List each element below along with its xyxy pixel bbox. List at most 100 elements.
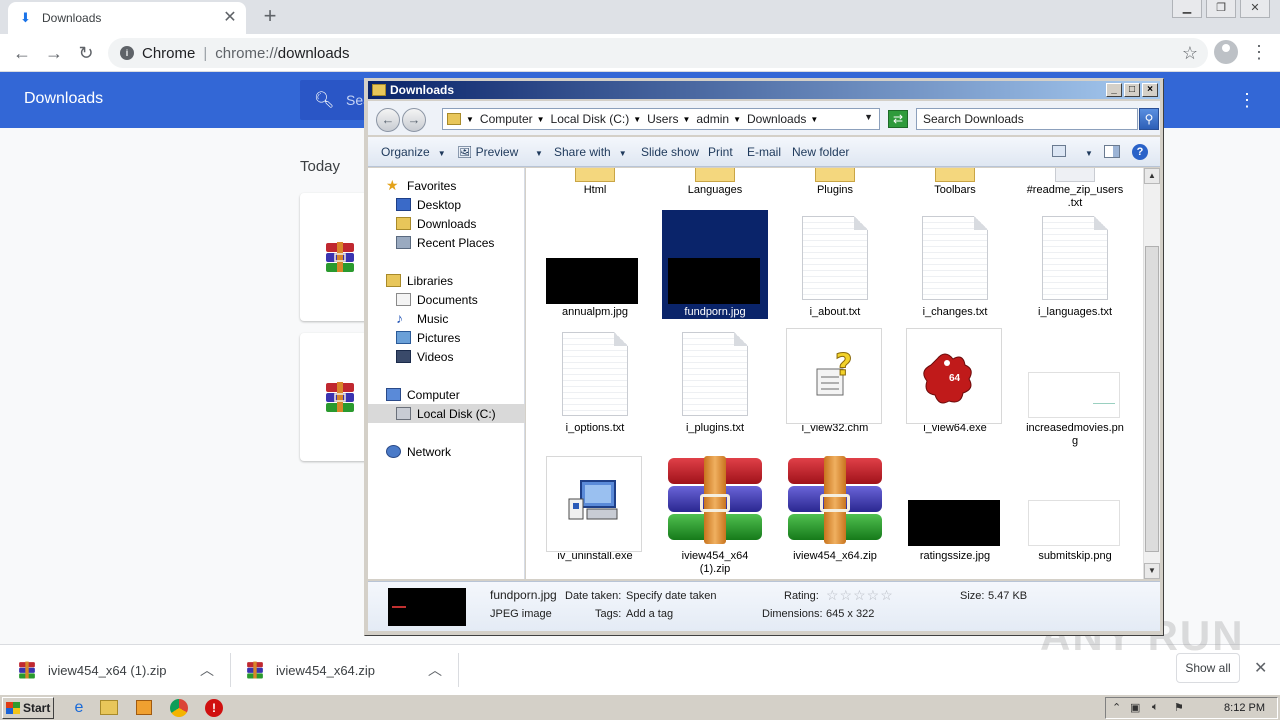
omnibox[interactable]: i Chrome | chrome:// downloads ☆ <box>108 38 1208 68</box>
file-item[interactable]: annualpm.jpg <box>542 210 648 319</box>
shelf-item[interactable]: iview454_x64.zip <box>246 645 375 695</box>
back-button[interactable]: ← <box>8 40 36 66</box>
chevron-up-icon[interactable]: ︿ <box>428 660 442 680</box>
start-button[interactable]: Start <box>2 697 54 719</box>
file-item[interactable]: i_about.txt <box>782 210 888 319</box>
chrome-menu-icon[interactable]: ⋮ <box>1250 42 1268 62</box>
chevron-down-icon[interactable]: ▼ <box>682 115 690 124</box>
folder-item[interactable]: Html <box>542 168 648 197</box>
preview-pane-icon[interactable] <box>1104 145 1120 158</box>
nav-item-libraries[interactable]: Libraries <box>368 271 525 290</box>
file-item[interactable]: ? i_view32.chm <box>782 326 888 435</box>
breadcrumb-item[interactable]: Computer <box>480 112 533 126</box>
tags-field[interactable]: Add a tag <box>626 608 673 620</box>
nav-item-documents[interactable]: Documents <box>368 290 525 309</box>
scroll-thumb[interactable] <box>1145 246 1159 552</box>
tab-downloads[interactable]: ⬇ Downloads ✕ <box>8 2 246 34</box>
file-item[interactable]: i_options.txt <box>542 326 648 435</box>
chevron-down-icon[interactable]: ▼ <box>537 115 545 124</box>
maximize-button[interactable]: □ <box>1124 83 1140 97</box>
clock[interactable]: 8:12 PM <box>1224 702 1265 714</box>
email-button[interactable]: E-mail <box>747 145 781 159</box>
chevron-down-icon[interactable]: ▼ <box>527 145 543 159</box>
rating-stars[interactable]: ☆☆☆☆☆ <box>826 587 894 604</box>
organize-menu[interactable]: Organize ▼ <box>381 145 446 159</box>
media-player-icon[interactable] <box>136 700 152 715</box>
warning-icon[interactable]: ! <box>205 699 223 717</box>
folder-item[interactable]: Plugins <box>782 168 888 197</box>
more-actions-icon[interactable]: ⋮ <box>1238 90 1256 111</box>
nav-item-computer[interactable]: Computer <box>368 385 525 404</box>
close-window-button[interactable]: × <box>1142 83 1158 97</box>
views-icon[interactable] <box>1052 145 1066 157</box>
print-button[interactable]: Print <box>708 145 733 159</box>
folder-item[interactable]: Toolbars <box>902 168 1008 197</box>
chevron-down-icon[interactable]: ▼ <box>733 115 741 124</box>
breadcrumb-item[interactable]: admin <box>696 112 729 126</box>
file-item[interactable]: submitskip.png <box>1022 454 1128 563</box>
address-bar[interactable]: ▼ Computer ▼ Local Disk (C:) ▼ Users ▼ a… <box>442 108 880 130</box>
breadcrumb-item[interactable]: Users <box>647 112 678 126</box>
preview-menu[interactable]: 🖼︎ Preview <box>457 145 518 159</box>
internet-explorer-icon[interactable]: e <box>70 699 88 717</box>
file-item[interactable]: i_changes.txt <box>902 210 1008 319</box>
file-item[interactable]: i_languages.txt <box>1022 210 1128 319</box>
nav-item-videos[interactable]: Videos <box>368 347 525 366</box>
site-info-icon[interactable]: i <box>120 46 134 60</box>
explorer-taskbar-icon[interactable] <box>100 700 118 715</box>
scroll-down-button[interactable]: ▼ <box>1144 563 1160 579</box>
refresh-icon[interactable]: ⇄ <box>888 110 908 128</box>
file-item[interactable]: #readme_zip_users .txt <box>1022 168 1128 210</box>
address-history-dropdown[interactable]: ▼ <box>864 112 873 122</box>
search-input[interactable]: Search Downloads <box>916 108 1138 130</box>
nav-item-local-disk[interactable]: Local Disk (C:) <box>368 404 525 423</box>
folder-item[interactable]: Languages <box>662 168 768 197</box>
restore-button[interactable]: ❐ <box>1206 0 1236 18</box>
network-tray-icon[interactable]: ▣ <box>1130 701 1140 714</box>
volume-icon[interactable]: 🔈︎ <box>1152 701 1159 714</box>
date-taken-field[interactable]: Specify date taken <box>626 590 717 602</box>
chevron-down-icon[interactable]: ▼ <box>466 115 474 124</box>
chevron-up-icon[interactable]: ︿ <box>200 660 214 680</box>
slide-show-button[interactable]: Slide show <box>641 145 699 159</box>
file-item[interactable]: 64 i_view64.exe <box>902 326 1008 435</box>
minimize-button[interactable]: ▁ <box>1172 0 1202 18</box>
close-icon[interactable]: ✕ <box>1254 658 1267 678</box>
nav-item-downloads[interactable]: Downloads <box>368 214 525 233</box>
forward-button[interactable]: → <box>402 108 426 132</box>
new-folder-button[interactable]: New folder <box>792 145 849 159</box>
show-hidden-icons[interactable]: ⌃ <box>1112 701 1121 714</box>
nav-item-desktop[interactable]: Desktop <box>368 195 525 214</box>
nav-item-pictures[interactable]: Pictures <box>368 328 525 347</box>
scroll-up-button[interactable]: ▲ <box>1144 168 1160 184</box>
chevron-down-icon[interactable]: ▼ <box>810 115 818 124</box>
file-item[interactable]: iview454_x64 (1).zip <box>662 454 768 576</box>
nav-item-music[interactable]: ♪ Music <box>368 309 525 328</box>
flag-icon[interactable]: ⚑ <box>1174 701 1184 714</box>
share-with-menu[interactable]: Share with ▼ <box>554 145 627 159</box>
file-item[interactable]: iv_uninstall.exe <box>542 454 648 563</box>
file-item[interactable]: increasedmovies.pn g <box>1022 326 1128 448</box>
close-window-button[interactable]: ✕ <box>1240 0 1270 18</box>
profile-avatar[interactable] <box>1214 40 1238 64</box>
chevron-down-icon[interactable]: ▼ <box>1077 145 1093 159</box>
minimize-button[interactable]: _ <box>1106 83 1122 97</box>
file-item[interactable]: iview454_x64.zip <box>782 454 888 563</box>
forward-button[interactable]: → <box>40 40 68 66</box>
bookmark-star-icon[interactable]: ☆ <box>1172 38 1208 68</box>
breadcrumb-item[interactable]: Downloads <box>747 112 806 126</box>
search-icon[interactable]: ⚲ <box>1139 108 1159 130</box>
nav-item-network[interactable]: Network <box>368 442 525 461</box>
breadcrumb-item[interactable]: Local Disk (C:) <box>551 112 630 126</box>
reload-button[interactable]: ↻ <box>72 40 100 66</box>
chrome-icon[interactable] <box>170 699 188 717</box>
shelf-item[interactable]: iview454_x64 (1).zip <box>18 645 167 695</box>
back-button[interactable]: ← <box>376 108 400 132</box>
vertical-scrollbar[interactable]: ▲ ▼ <box>1143 168 1160 579</box>
file-item-selected[interactable]: fundporn.jpg <box>662 210 768 319</box>
help-icon[interactable]: ? <box>1132 144 1148 160</box>
file-item[interactable]: ratingssize.jpg <box>902 454 1008 563</box>
explorer-titlebar[interactable]: Downloads _ □ × <box>368 81 1160 99</box>
close-icon[interactable]: ✕ <box>220 8 240 28</box>
file-item[interactable]: i_plugins.txt <box>662 326 768 435</box>
